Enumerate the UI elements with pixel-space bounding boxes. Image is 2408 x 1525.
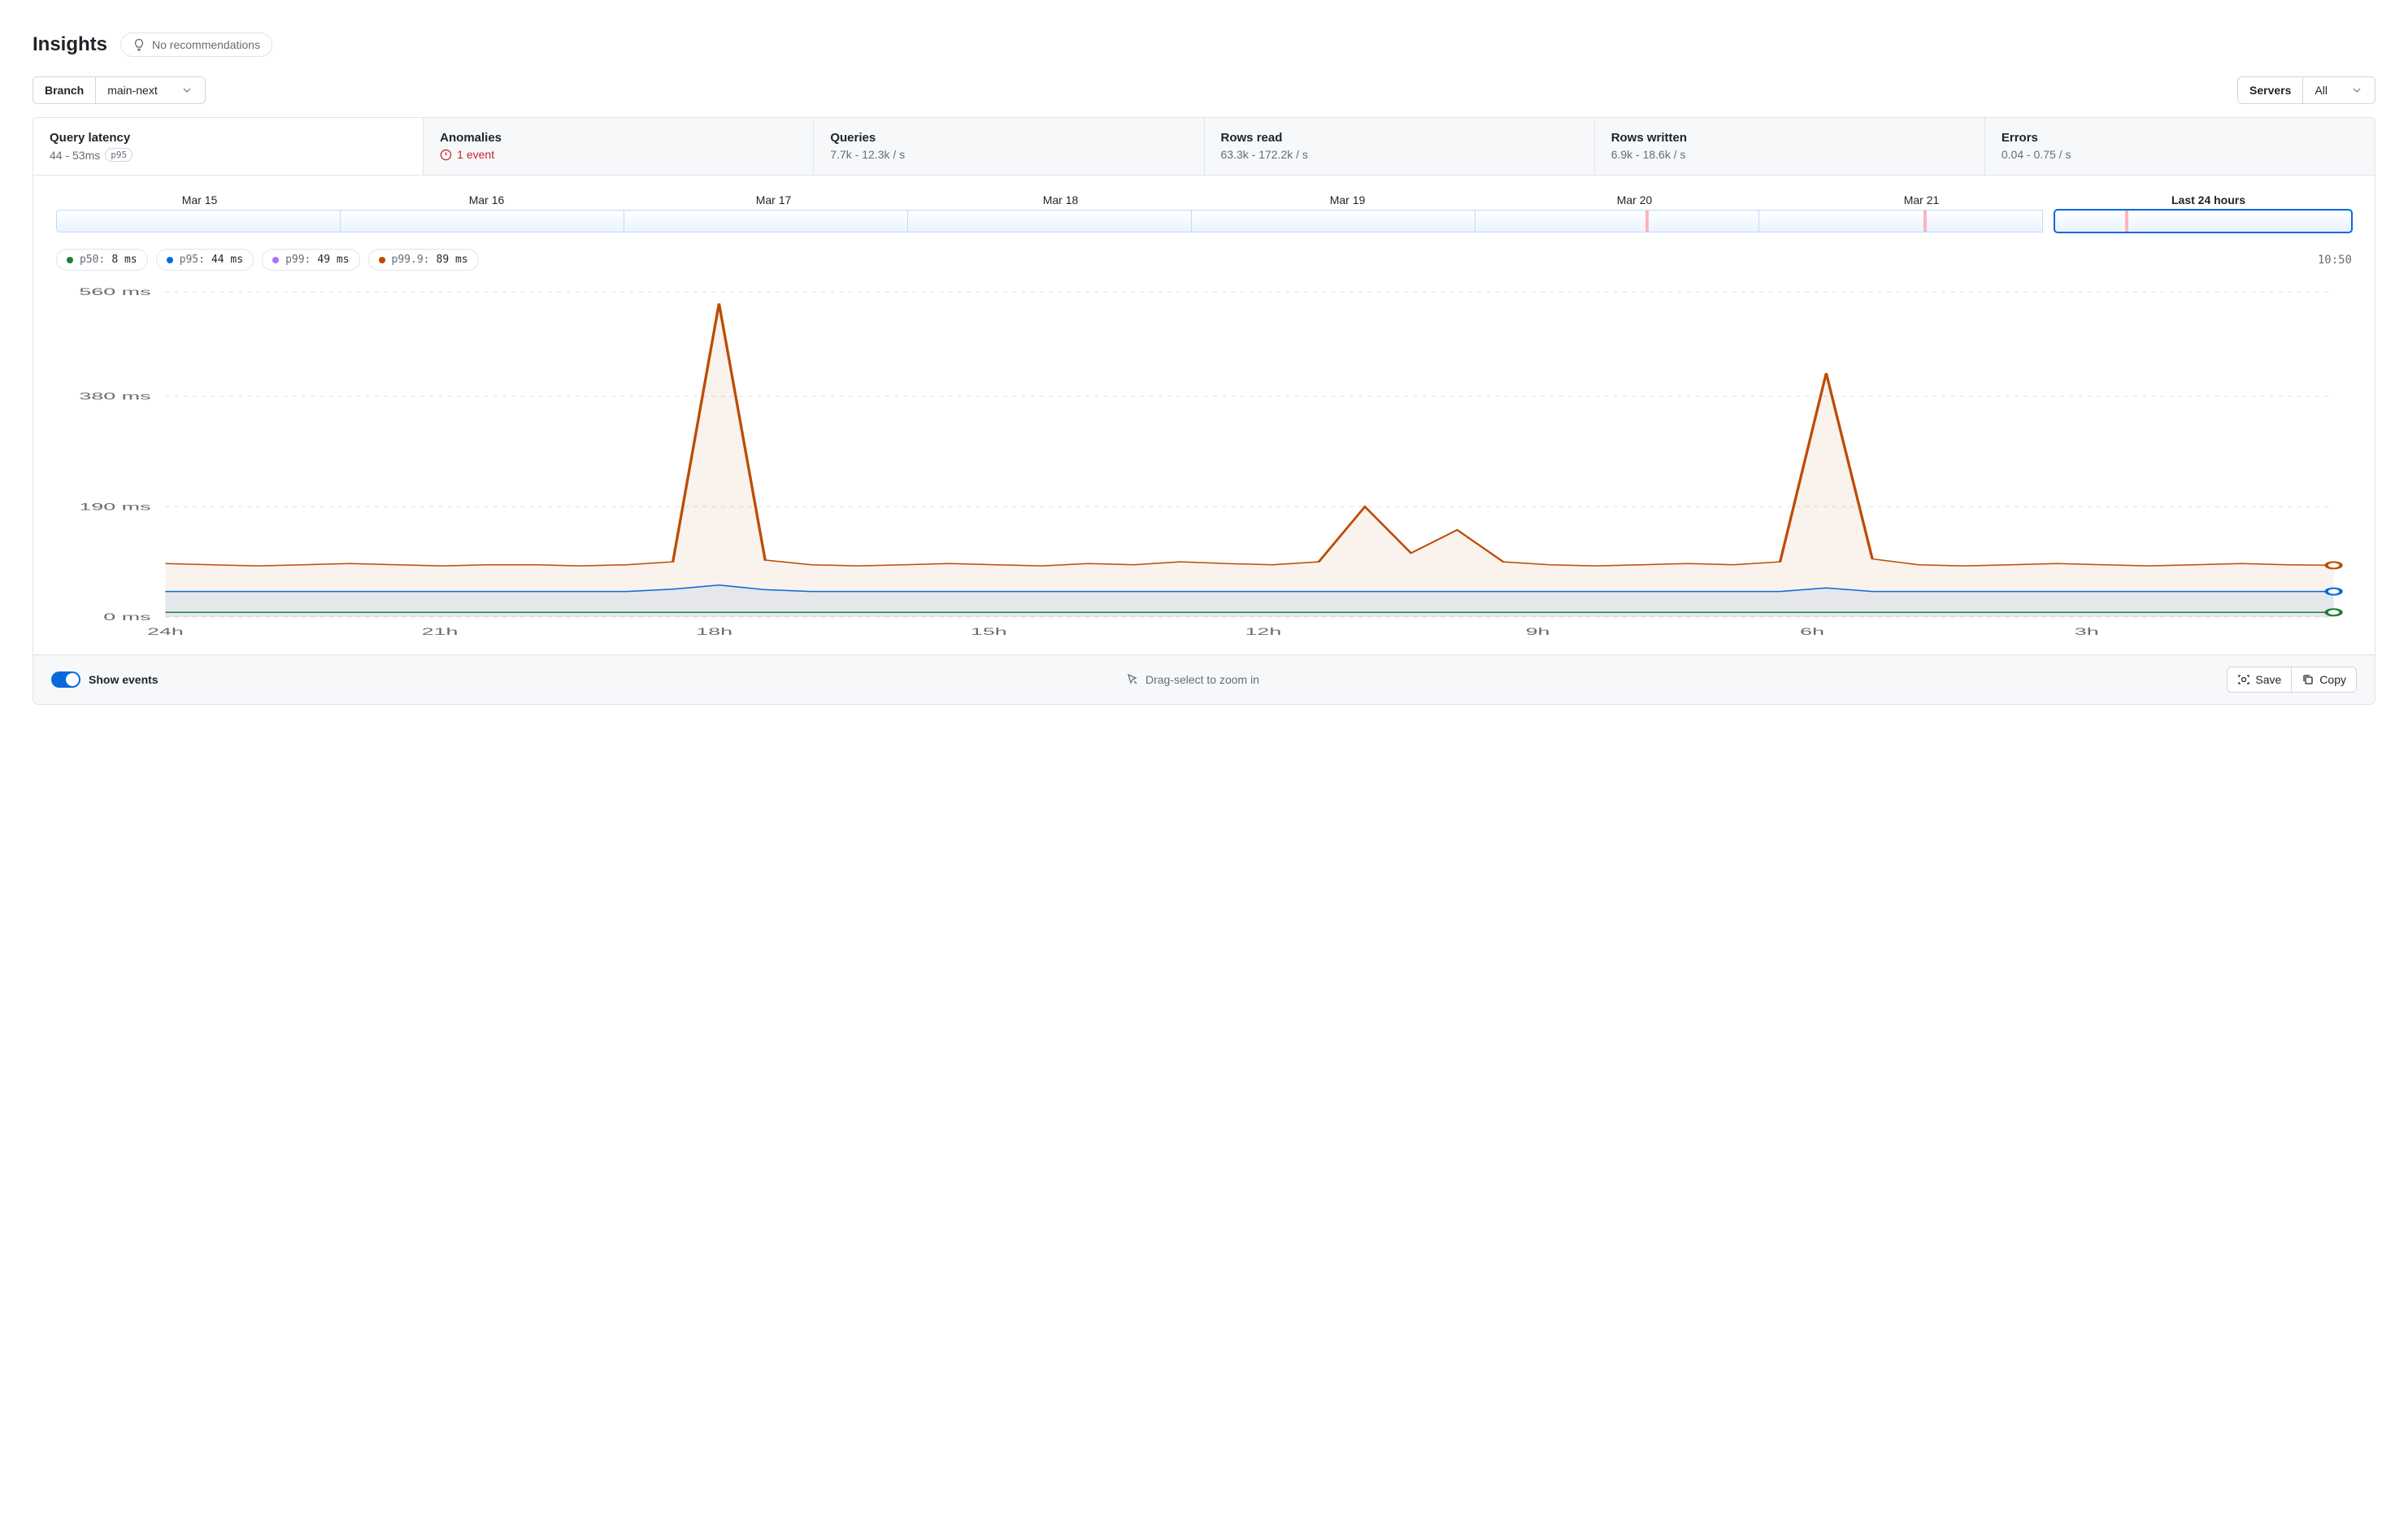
svg-text:560 ms: 560 ms	[79, 287, 150, 298]
date-label: Mar 21	[1778, 193, 2065, 206]
latency-chart[interactable]: 0 ms 190 ms 380 ms 560 ms 24h 21h 18h 15h 12h 9h 6…	[56, 284, 2352, 641]
zoom-hint: Drag-select to zoom in	[1126, 673, 1259, 686]
tab-title: Errors	[2002, 131, 2358, 145]
event-marker	[1645, 211, 1649, 232]
dot-icon	[167, 257, 173, 263]
copy-icon	[2302, 673, 2315, 686]
scrubber-segment[interactable]	[908, 210, 1192, 232]
scrubber-segment-selected[interactable]	[2054, 210, 2352, 232]
scrubber-segment[interactable]	[341, 210, 624, 232]
svg-text:6h: 6h	[1800, 627, 1824, 637]
tab-rows-written[interactable]: Rows written 6.9k - 18.6k / s	[1595, 118, 1985, 175]
servers-value: All	[2315, 84, 2328, 97]
servers-selector[interactable]: Servers All	[2237, 76, 2375, 104]
toggle-label: Show events	[89, 673, 159, 686]
branch-label: Branch	[33, 76, 95, 104]
cursor-icon	[1126, 673, 1139, 686]
servers-value-button[interactable]: All	[2302, 76, 2375, 104]
tab-title: Query latency	[50, 131, 406, 145]
chevron-down-icon	[2350, 84, 2363, 97]
event-marker	[1923, 211, 1927, 232]
tab-title: Queries	[830, 131, 1187, 145]
tab-sub: 0.04 - 0.75 / s	[2002, 148, 2358, 161]
scrubber-segment[interactable]	[624, 210, 908, 232]
p95-badge: p95	[105, 148, 133, 162]
tab-sub: 1 event	[440, 148, 797, 161]
date-label: Mar 17	[630, 193, 917, 206]
tab-queries[interactable]: Queries 7.7k - 12.3k / s	[814, 118, 1204, 175]
dot-icon	[272, 257, 279, 263]
date-label: Mar 19	[1204, 193, 1491, 206]
tab-sub: 6.9k - 18.6k / s	[1611, 148, 1968, 161]
branch-value: main-next	[107, 84, 157, 97]
date-labels: Mar 15 Mar 16 Mar 17 Mar 18 Mar 19 Mar 2…	[56, 193, 2352, 206]
tab-query-latency[interactable]: Query latency 44 - 53ms p95	[33, 118, 424, 175]
scrubber-segment[interactable]	[1476, 210, 1759, 232]
save-button[interactable]: Save	[2227, 667, 2292, 693]
svg-text:9h: 9h	[1526, 627, 1550, 637]
metric-tabs: Query latency 44 - 53ms p95 Anomalies 1 …	[33, 118, 2375, 176]
legend-item-p95[interactable]: p95: 44 ms	[156, 249, 254, 271]
lightbulb-icon	[133, 38, 146, 51]
branch-selector[interactable]: Branch main-next	[33, 76, 206, 104]
recommendations-text: No recommendations	[152, 38, 260, 51]
svg-text:24h: 24h	[147, 627, 184, 637]
legend: p50: 8 ms p95: 44 ms p99: 49 ms p99.9: 8…	[56, 249, 479, 271]
copy-button[interactable]: Copy	[2292, 667, 2357, 693]
scrubber-segment[interactable]	[56, 210, 341, 232]
tab-sub: 44 - 53ms p95	[50, 148, 406, 162]
tab-title: Rows written	[1611, 131, 1968, 145]
svg-text:12h: 12h	[1245, 627, 1281, 637]
svg-text:15h: 15h	[971, 627, 1007, 637]
tab-errors[interactable]: Errors 0.04 - 0.75 / s	[1985, 118, 2375, 175]
legend-item-p99[interactable]: p99: 49 ms	[262, 249, 359, 271]
time-scrubber[interactable]	[56, 210, 2352, 232]
tab-title: Rows read	[1221, 131, 1578, 145]
servers-label: Servers	[2237, 76, 2302, 104]
branch-value-button[interactable]: main-next	[95, 76, 205, 104]
screenshot-icon	[2237, 673, 2250, 686]
svg-text:3h: 3h	[2075, 627, 2099, 637]
dot-icon	[379, 257, 385, 263]
show-events-toggle[interactable]	[51, 671, 80, 688]
event-marker	[2125, 211, 2128, 232]
tab-anomalies[interactable]: Anomalies 1 event	[424, 118, 814, 175]
tab-title: Anomalies	[440, 131, 797, 145]
scrubber-segment[interactable]	[1192, 210, 1476, 232]
svg-text:18h: 18h	[696, 627, 732, 637]
legend-item-p999[interactable]: p99.9: 89 ms	[368, 249, 479, 271]
chevron-down-icon	[180, 84, 193, 97]
tab-sub: 7.7k - 12.3k / s	[830, 148, 1187, 161]
svg-text:190 ms: 190 ms	[79, 502, 150, 512]
date-label: Mar 16	[343, 193, 630, 206]
date-label: Mar 20	[1491, 193, 1778, 206]
alert-circle-icon	[440, 149, 452, 161]
svg-text:380 ms: 380 ms	[79, 391, 150, 402]
dot-icon	[67, 257, 73, 263]
date-label: Last 24 hours	[2065, 193, 2352, 206]
date-label: Mar 15	[56, 193, 343, 206]
recommendations-pill[interactable]: No recommendations	[120, 33, 272, 57]
legend-item-p50[interactable]: p50: 8 ms	[56, 249, 148, 271]
scrubber-segment[interactable]	[1759, 210, 2043, 232]
hover-timestamp: 10:50	[2318, 254, 2352, 267]
svg-text:0 ms: 0 ms	[103, 612, 150, 623]
page-title: Insights	[33, 33, 107, 56]
tab-rows-read[interactable]: Rows read 63.3k - 172.2k / s	[1205, 118, 1595, 175]
svg-text:21h: 21h	[422, 627, 459, 637]
insights-panel: Query latency 44 - 53ms p95 Anomalies 1 …	[33, 117, 2375, 705]
date-label: Mar 18	[917, 193, 1204, 206]
tab-sub: 63.3k - 172.2k / s	[1221, 148, 1578, 161]
